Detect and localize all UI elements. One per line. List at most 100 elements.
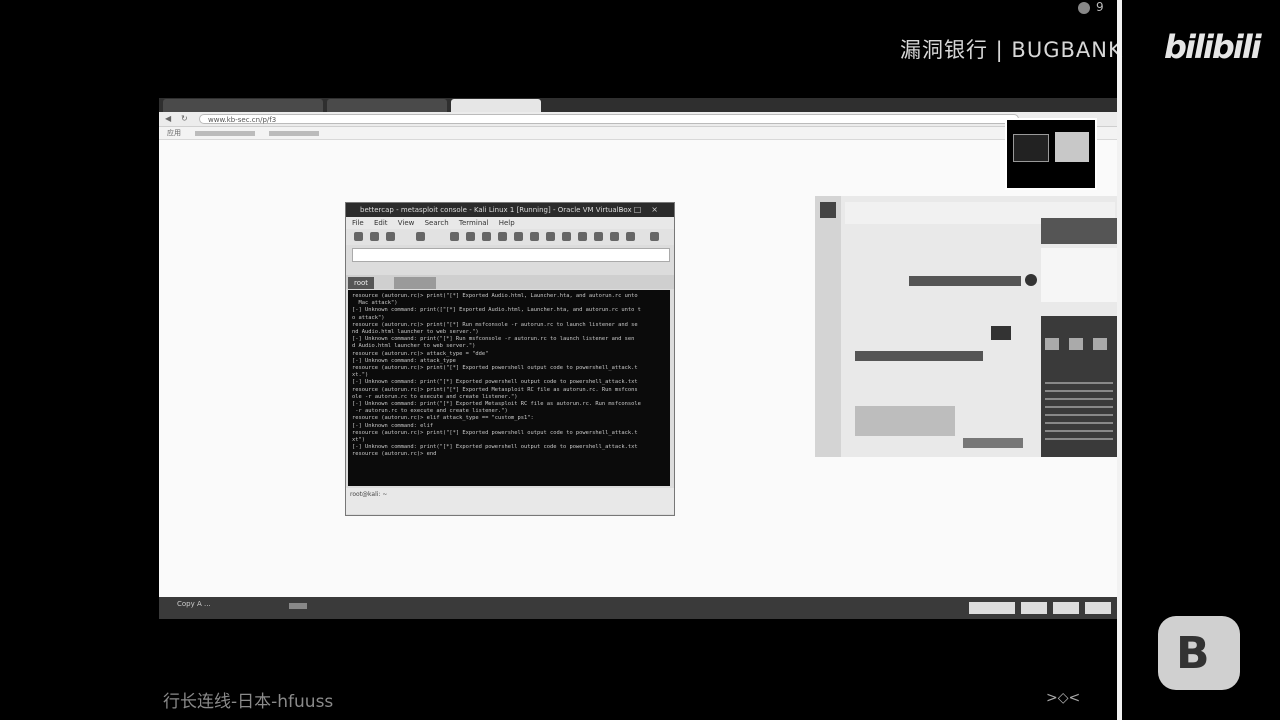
- fish-icon: >◇<: [1046, 690, 1081, 706]
- terminal-line: -r autorun.rc to execute and create list…: [352, 408, 508, 415]
- preview-terminal: [1013, 134, 1049, 162]
- bugbank-logo-letter: B: [1176, 628, 1210, 679]
- app-bar: [855, 351, 983, 361]
- taskbar-button[interactable]: [1085, 602, 1111, 614]
- toolbar-icon[interactable]: [416, 232, 425, 241]
- tray-icon: [1078, 1, 1090, 14]
- taskbar-button[interactable]: [969, 602, 1015, 614]
- app-button[interactable]: [963, 438, 1023, 448]
- terminal-line: resource (autorun.rc)> elif attack_type …: [352, 415, 534, 422]
- terminal-line: resource (autorun.rc)> attack_type = "dd…: [352, 350, 489, 357]
- tray-count: 9: [1096, 0, 1104, 14]
- menu-view[interactable]: View: [398, 219, 415, 227]
- terminal-line: [-] Unknown command: elif: [352, 422, 434, 429]
- video-caption: 行长连线-日本-hfuuss: [163, 692, 334, 712]
- terminal-line: resource (autorun.rc)> print("[*] Export…: [352, 293, 638, 299]
- taskbar-item[interactable]: Copy A ...: [177, 600, 211, 608]
- taskbar-item[interactable]: [289, 603, 307, 609]
- filter-input[interactable]: [352, 248, 670, 262]
- toolbar-icon[interactable]: [466, 232, 475, 241]
- terminal-status: root@kali: ~: [346, 488, 674, 514]
- app-sidebar: [815, 196, 841, 457]
- menu-file[interactable]: File: [352, 219, 364, 227]
- toolbar-icon[interactable]: [482, 232, 491, 241]
- menu-search[interactable]: Search: [425, 219, 449, 227]
- app-content: [855, 406, 955, 436]
- menu-edit[interactable]: Edit: [374, 219, 388, 227]
- bookmark-item[interactable]: 应用: [167, 129, 181, 137]
- toolbar-icon[interactable]: [546, 232, 555, 241]
- terminal-line: [-] Unknown command: print(["[*] Exporte…: [352, 307, 641, 314]
- reload-icon[interactable]: ↻: [181, 114, 188, 123]
- window-controls[interactable]: –□×: [620, 205, 668, 214]
- terminal-line: [-] Unknown command: print("[*] Exported…: [352, 401, 641, 408]
- toolbar-icon[interactable]: [386, 232, 395, 241]
- browser-tab-active[interactable]: [451, 99, 541, 112]
- menu-terminal[interactable]: Terminal: [459, 219, 489, 227]
- terminal-line: [-] Unknown command: print("[*] Exported…: [352, 444, 638, 451]
- terminal-line: Mac attack"): [352, 300, 398, 307]
- terminal-line: nd Audio.html launcher to web server."): [352, 329, 479, 336]
- toolbar-icon[interactable]: [562, 232, 571, 241]
- toolbar-icon[interactable]: [578, 232, 587, 241]
- side-divider: [1117, 0, 1122, 720]
- terminal-line: d Audio.html launcher to web server."): [352, 343, 476, 350]
- toolbar-icon[interactable]: [610, 232, 619, 241]
- menu-help[interactable]: Help: [499, 219, 515, 227]
- app-file-panel: [1041, 316, 1117, 457]
- bugbank-logo: B: [1158, 616, 1240, 690]
- file-icon[interactable]: [1093, 338, 1107, 350]
- toolbar-icon[interactable]: [650, 232, 659, 241]
- browser-window: ◀ ↻ www.kb-sec.cn/p/f3 应用 bettercap - me…: [159, 98, 1117, 619]
- terminal-line: resource (autorun.rc)> print("[*] Export…: [352, 386, 638, 393]
- preview-app: [1055, 132, 1089, 162]
- taskbar: Copy A ...: [159, 597, 1117, 619]
- terminal-line: [-] Unknown command: attack_type: [352, 357, 456, 364]
- terminal-output[interactable]: resource (autorun.rc)> print("[*] Export…: [348, 290, 670, 486]
- window-preview[interactable]: [1005, 118, 1097, 190]
- bookmark-item[interactable]: [269, 130, 320, 136]
- terminal-tab[interactable]: [394, 277, 436, 289]
- toolbar-icon[interactable]: [594, 232, 603, 241]
- taskbar-button[interactable]: [1021, 602, 1047, 614]
- app-thumb: [991, 326, 1011, 340]
- terminal-line: resource (autorun.rc)> print("[*] Run ms…: [352, 321, 638, 328]
- app-icon[interactable]: [820, 202, 836, 218]
- file-list: [1045, 376, 1113, 446]
- terminal-window: bettercap - metasploit console - Kali Li…: [345, 202, 675, 516]
- browser-tab[interactable]: [163, 99, 323, 112]
- terminal-line: resource (autorun.rc)> print("[*] Export…: [352, 429, 638, 436]
- dark-circle-icon[interactable]: [1025, 274, 1037, 286]
- terminal-line: resource (autorun.rc)> end: [352, 451, 437, 458]
- taskbar-button[interactable]: [1053, 602, 1079, 614]
- terminal-line: xt."): [352, 372, 369, 379]
- app-header-image: [1041, 218, 1117, 244]
- toolbar-icon[interactable]: [514, 232, 523, 241]
- toolbar-icon[interactable]: [354, 232, 363, 241]
- toolbar-icon[interactable]: [626, 232, 635, 241]
- app-preview: [1041, 248, 1117, 302]
- app-bar: [909, 276, 1021, 286]
- bookmarks-bar: 应用: [159, 127, 1117, 140]
- browser-tab[interactable]: [327, 99, 447, 112]
- bookmark-item[interactable]: [195, 130, 256, 136]
- bilibili-logo: bilibili: [1164, 28, 1262, 66]
- terminal-line: o attack"): [352, 314, 385, 321]
- url-input[interactable]: www.kb-sec.cn/p/f3: [199, 114, 1019, 124]
- terminal-line: [-] Unknown command: print("[*] Exported…: [352, 379, 638, 386]
- toolbar-icon[interactable]: [370, 232, 379, 241]
- toolbar-icon[interactable]: [530, 232, 539, 241]
- brand-watermark: 漏洞银行 | BUGBANK: [900, 38, 1123, 62]
- toolbar-icon[interactable]: [498, 232, 507, 241]
- terminal-line: [-] Unknown command: print("[*] Run msfc…: [352, 336, 635, 343]
- terminal-tabs: root: [346, 275, 674, 289]
- terminal-tab-active[interactable]: root: [348, 277, 375, 289]
- terminal-line: xt"): [352, 437, 365, 444]
- toolbar-icon[interactable]: [450, 232, 459, 241]
- tray-indicator: 9: [1078, 0, 1104, 14]
- file-icon[interactable]: [1069, 338, 1083, 350]
- file-icon[interactable]: [1045, 338, 1059, 350]
- terminal-toolbar: [346, 229, 674, 245]
- back-icon[interactable]: ◀: [165, 114, 171, 123]
- browser-tab-bar: [159, 98, 1117, 112]
